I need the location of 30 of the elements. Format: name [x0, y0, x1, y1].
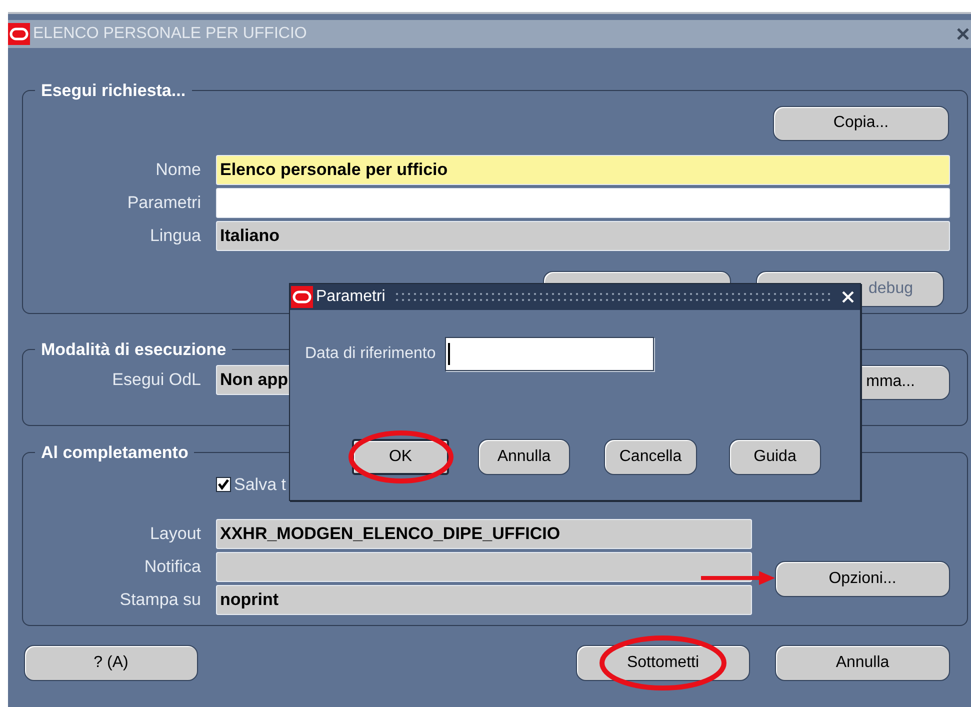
logo-icon	[8, 23, 30, 45]
field-label: Notifica	[143, 556, 202, 578]
input-field[interactable]	[444, 337, 654, 371]
footer-button[interactable]: Sottometti	[576, 645, 750, 681]
input-field[interactable]: Italiano	[216, 220, 950, 250]
field-label: Layout	[148, 523, 202, 546]
dialog-button[interactable]: Cancella	[604, 439, 697, 475]
options-button[interactable]: Opzioni...	[775, 561, 950, 597]
group-title: Esegui richiesta...	[40, 80, 187, 102]
footer-button[interactable]: ? (A)	[24, 645, 198, 681]
field-label: Parametri	[126, 192, 202, 214]
copy-button[interactable]: Copia...	[773, 106, 949, 140]
window-title: ELENCO PERSONALE PER UFFICIO	[33, 24, 307, 44]
input-field[interactable]: noprint	[216, 585, 752, 615]
footer-button[interactable]: Annulla	[775, 645, 950, 681]
dialog-title: Parametri	[316, 287, 386, 307]
logo-icon	[291, 286, 313, 308]
input-field[interactable]: XXHR_MODGEN_ELENCO_DIPE_UFFICIO	[216, 519, 752, 549]
field-label: Esegui OdL	[111, 369, 202, 392]
field-label: Stampa su	[118, 589, 202, 612]
group-title: Al completamento	[40, 442, 190, 464]
input-field[interactable]: Elenco personale per ufficio	[216, 154, 950, 184]
dialog-button[interactable]: Annulla	[478, 439, 570, 475]
checkbox[interactable]	[216, 476, 231, 492]
field-label: Lingua	[148, 224, 202, 247]
field-label: Data di riferimento	[305, 344, 436, 364]
dialog-button[interactable]: Guida	[729, 439, 821, 475]
field-label: Nome	[154, 158, 202, 181]
checkbox-label: Salva t	[234, 474, 286, 496]
group-title: Modalità di esecuzione	[40, 339, 228, 361]
